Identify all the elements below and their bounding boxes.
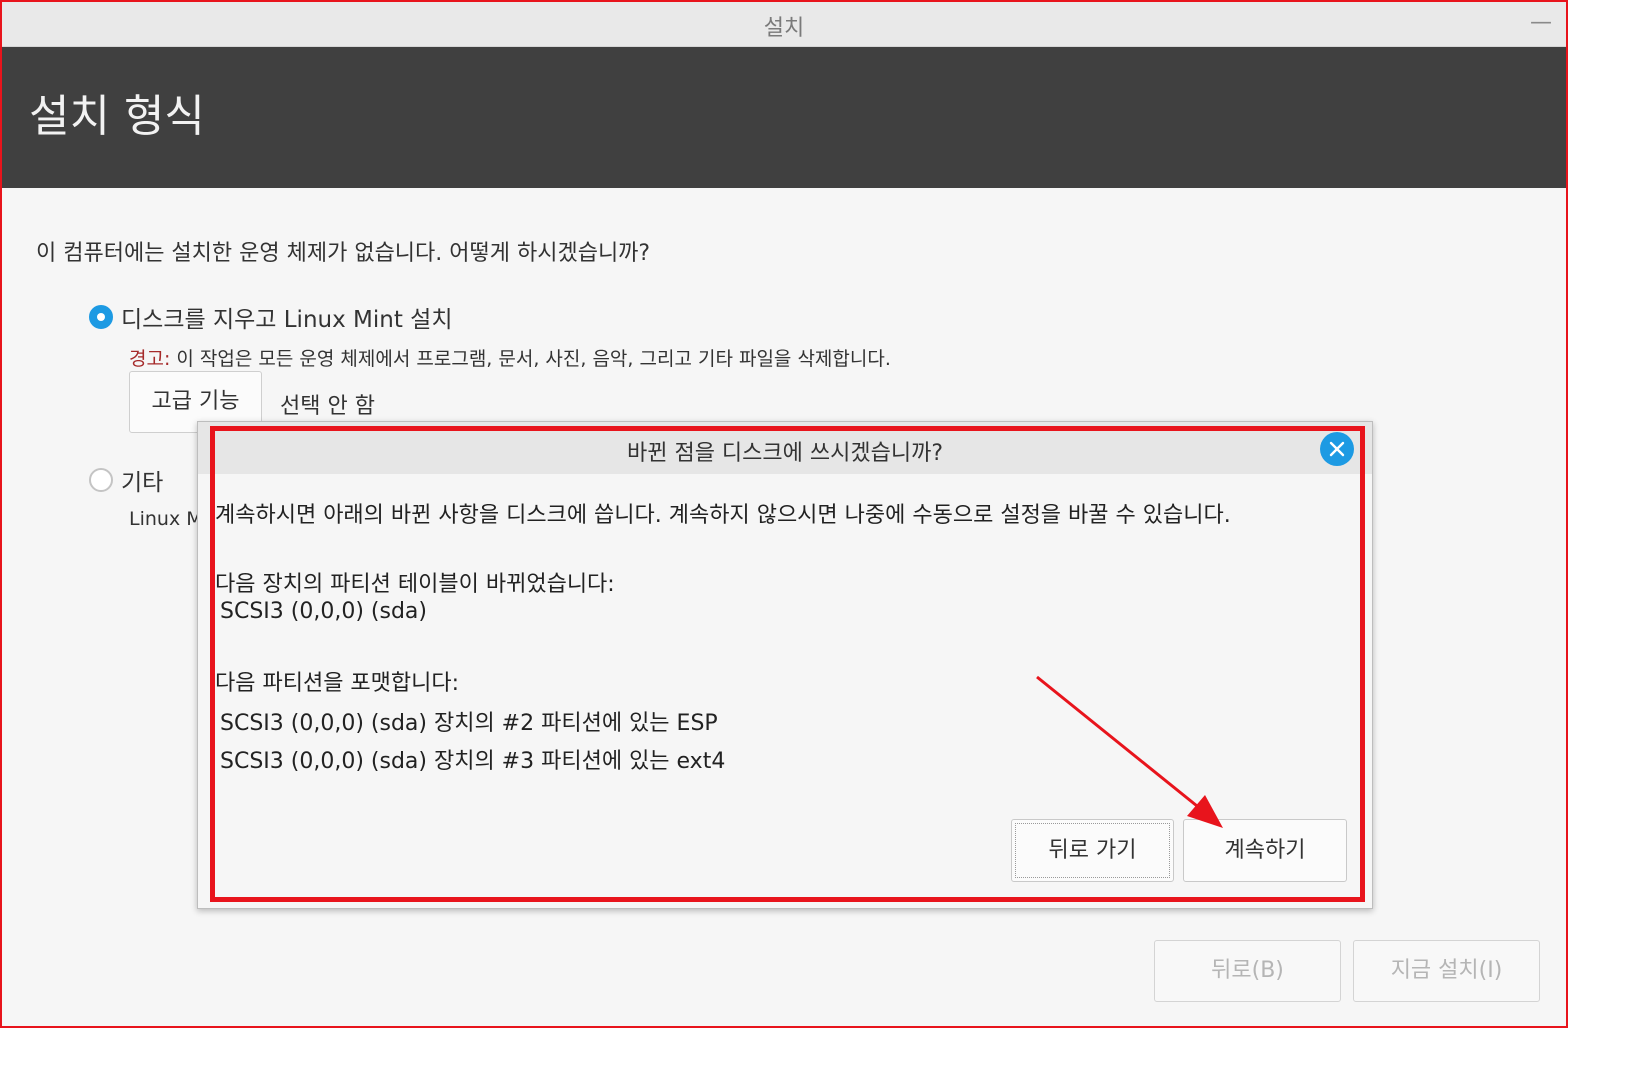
dialog-title: 바뀐 점을 디스크에 쓰시겠습니까? [626,441,944,466]
option-other-label: 기타 [121,470,164,496]
minimize-icon[interactable]: — [1530,10,1552,35]
warning-label: 경고: [129,348,171,370]
advanced-features-status: 선택 안 함 [280,394,375,419]
close-icon[interactable] [1320,432,1354,466]
dialog-continue-button[interactable]: 계속하기 [1183,819,1347,882]
format-partition-item: SCSI3 (0,0,0) (sda) 장치의 #2 파티션에 있는 ESP [220,711,718,736]
partition-table-device: SCSI3 (0,0,0) (sda) [220,599,427,624]
install-question: 이 컴퓨터에는 설치한 운영 체제가 없습니다. 어떻게 하시겠습니까? [36,241,651,266]
format-partition-item: SCSI3 (0,0,0) (sda) 장치의 #3 파티션에 있는 ext4 [220,749,726,774]
window-title: 설치 [763,16,805,41]
install-now-button[interactable]: 지금 설치(I) [1353,940,1540,1002]
option-erase-disk[interactable]: 디스크를 지우고 Linux Mint 설치 [89,300,452,334]
radio-unselected-icon[interactable] [89,468,113,492]
page-header: 설치 형식 [2,47,1566,188]
back-button[interactable]: 뒤로(B) [1154,940,1341,1002]
dialog-titlebar: 바뀐 점을 디스크에 쓰시겠습니까? [198,422,1372,474]
erase-warning: 경고: 이 작업은 모든 운영 체제에서 프로그램, 문서, 사진, 음악, 그… [129,344,891,371]
warning-text: 이 작업은 모든 운영 체제에서 프로그램, 문서, 사진, 음악, 그리고 기… [170,348,891,370]
installer-window: 설치 — 설치 형식 이 컴퓨터에는 설치한 운영 체제가 없습니다. 어떻게 … [0,0,1568,1028]
partition-table-heading: 다음 장치의 파티션 테이블이 바뀌었습니다: [215,572,615,597]
option-erase-disk-label: 디스크를 지우고 Linux Mint 설치 [121,307,453,333]
page-title: 설치 형식 [29,91,205,142]
window-titlebar: 설치 — [2,2,1566,47]
dialog-intro: 계속하시면 아래의 바뀐 사항을 디스크에 씁니다. 계속하지 않으시면 나중에… [215,503,1231,528]
option-other[interactable]: 기타 [89,463,163,497]
option-other-description: Linux M [129,508,203,530]
format-heading: 다음 파티션을 포맷합니다: [215,671,460,696]
confirm-write-dialog: 바뀐 점을 디스크에 쓰시겠습니까? 계속하시면 아래의 바뀐 사항을 디스크에… [197,421,1373,909]
radio-selected-icon[interactable] [89,305,113,329]
dialog-back-button[interactable]: 뒤로 가기 [1011,819,1174,882]
